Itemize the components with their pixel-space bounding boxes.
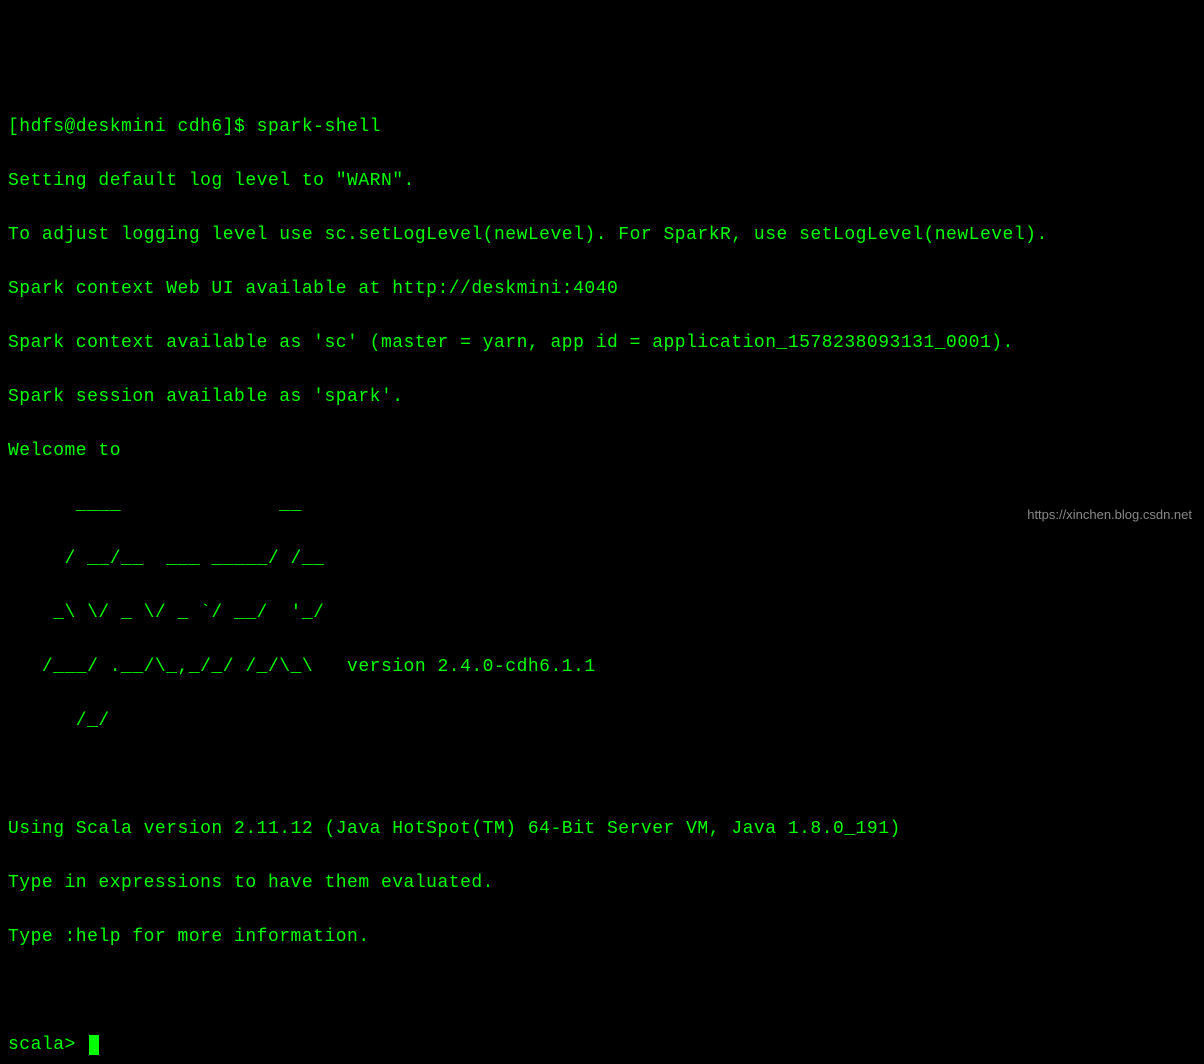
- output-log-level: Setting default log level to "WARN".: [8, 168, 1196, 195]
- blank-line: [8, 762, 1196, 789]
- output-spark-context: Spark context available as 'sc' (master …: [8, 330, 1196, 357]
- ascii-art-line-2: / __/__ ___ _____/ /__: [8, 546, 1196, 573]
- ascii-art-line-1: ____ __: [8, 492, 1196, 519]
- output-web-ui: Spark context Web UI available at http:/…: [8, 276, 1196, 303]
- ascii-art-line-4: /___/ .__/\_,_/_/ /_/\_\ version 2.4.0-c…: [8, 654, 1196, 681]
- output-welcome: Welcome to: [8, 438, 1196, 465]
- scala-prompt-line[interactable]: scala>: [8, 1032, 1196, 1059]
- footer-scala-version: Using Scala version 2.11.12 (Java HotSpo…: [8, 816, 1196, 843]
- cursor-icon: [89, 1035, 99, 1055]
- output-adjust-log: To adjust logging level use sc.setLogLev…: [8, 222, 1196, 249]
- blank-line-2: [8, 978, 1196, 1005]
- ascii-art-line-5: /_/: [8, 708, 1196, 735]
- shell-prompt: [hdfs@deskmini cdh6]$: [8, 117, 257, 137]
- ascii-art-line-3: _\ \/ _ \/ _ `/ __/ '_/: [8, 600, 1196, 627]
- output-spark-session: Spark session available as 'spark'.: [8, 384, 1196, 411]
- watermark: https://xinchen.blog.csdn.net: [1027, 505, 1192, 525]
- scala-prompt: scala>: [8, 1035, 87, 1055]
- shell-prompt-line: [hdfs@deskmini cdh6]$ spark-shell: [8, 114, 1196, 141]
- footer-help: Type :help for more information.: [8, 924, 1196, 951]
- shell-command[interactable]: spark-shell: [257, 117, 381, 137]
- footer-type-expr: Type in expressions to have them evaluat…: [8, 870, 1196, 897]
